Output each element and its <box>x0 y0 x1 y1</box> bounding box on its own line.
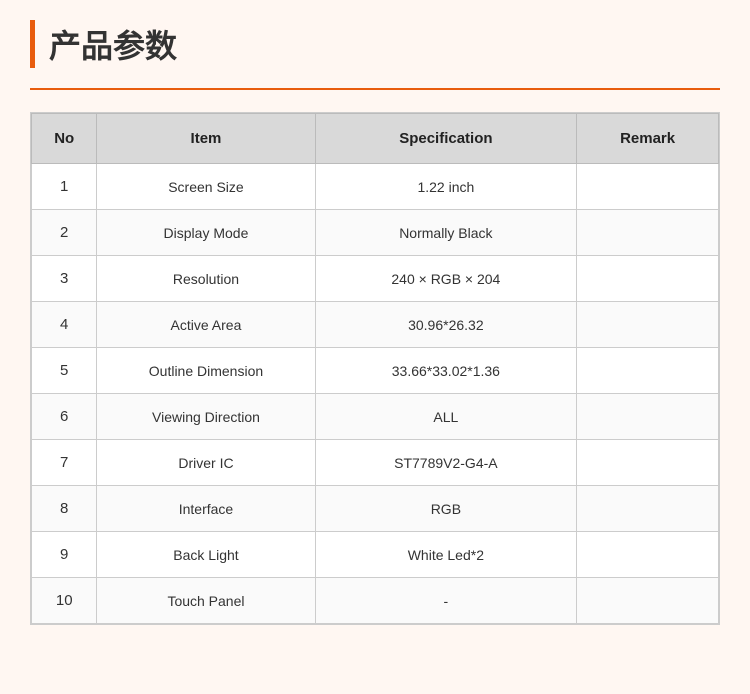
cell-item: Back Light <box>97 532 315 578</box>
cell-remark <box>577 164 719 210</box>
col-header-specification: Specification <box>315 114 577 164</box>
cell-specification: 1.22 inch <box>315 164 577 210</box>
cell-item: Screen Size <box>97 164 315 210</box>
cell-remark <box>577 394 719 440</box>
cell-no: 3 <box>32 256 97 302</box>
orange-divider <box>30 88 720 90</box>
table-container: No Item Specification Remark 1Screen Siz… <box>30 112 720 625</box>
cell-specification: White Led*2 <box>315 532 577 578</box>
cell-item: Resolution <box>97 256 315 302</box>
table-row: 4Active Area30.96*26.32 <box>32 302 719 348</box>
table-row: 6Viewing DirectionALL <box>32 394 719 440</box>
page-wrapper: 产品参数 No Item Specification Remark 1Scree… <box>0 0 750 694</box>
cell-no: 8 <box>32 486 97 532</box>
table-row: 2Display ModeNormally Black <box>32 210 719 256</box>
col-header-item: Item <box>97 114 315 164</box>
cell-specification: 30.96*26.32 <box>315 302 577 348</box>
cell-no: 2 <box>32 210 97 256</box>
table-row: 5Outline Dimension33.66*33.02*1.36 <box>32 348 719 394</box>
cell-remark <box>577 256 719 302</box>
cell-remark <box>577 210 719 256</box>
cell-specification: - <box>315 578 577 624</box>
cell-remark <box>577 302 719 348</box>
cell-specification: ST7789V2-G4-A <box>315 440 577 486</box>
table-header: No Item Specification Remark <box>32 114 719 164</box>
cell-remark <box>577 486 719 532</box>
table-row: 1Screen Size1.22 inch <box>32 164 719 210</box>
table-body: 1Screen Size1.22 inch2Display ModeNormal… <box>32 164 719 624</box>
cell-no: 4 <box>32 302 97 348</box>
cell-remark <box>577 440 719 486</box>
cell-item: Active Area <box>97 302 315 348</box>
specs-table: No Item Specification Remark 1Screen Siz… <box>31 113 719 624</box>
cell-no: 10 <box>32 578 97 624</box>
header-accent-bar <box>30 20 35 68</box>
table-row: 10Touch Panel- <box>32 578 719 624</box>
cell-item: Outline Dimension <box>97 348 315 394</box>
header-row: No Item Specification Remark <box>32 114 719 164</box>
cell-specification: RGB <box>315 486 577 532</box>
cell-item: Driver IC <box>97 440 315 486</box>
table-row: 3Resolution240 × RGB × 204 <box>32 256 719 302</box>
cell-no: 7 <box>32 440 97 486</box>
cell-item: Interface <box>97 486 315 532</box>
table-row: 9Back LightWhite Led*2 <box>32 532 719 578</box>
cell-no: 6 <box>32 394 97 440</box>
cell-item: Display Mode <box>97 210 315 256</box>
table-row: 8InterfaceRGB <box>32 486 719 532</box>
header-section: 产品参数 <box>30 20 720 68</box>
cell-specification: ALL <box>315 394 577 440</box>
cell-no: 9 <box>32 532 97 578</box>
cell-specification: Normally Black <box>315 210 577 256</box>
cell-item: Touch Panel <box>97 578 315 624</box>
cell-remark <box>577 348 719 394</box>
table-row: 7Driver ICST7789V2-G4-A <box>32 440 719 486</box>
cell-specification: 240 × RGB × 204 <box>315 256 577 302</box>
col-header-no: No <box>32 114 97 164</box>
cell-remark <box>577 578 719 624</box>
cell-no: 5 <box>32 348 97 394</box>
col-header-remark: Remark <box>577 114 719 164</box>
cell-item: Viewing Direction <box>97 394 315 440</box>
cell-specification: 33.66*33.02*1.36 <box>315 348 577 394</box>
page-title: 产品参数 <box>49 21 177 67</box>
cell-no: 1 <box>32 164 97 210</box>
cell-remark <box>577 532 719 578</box>
